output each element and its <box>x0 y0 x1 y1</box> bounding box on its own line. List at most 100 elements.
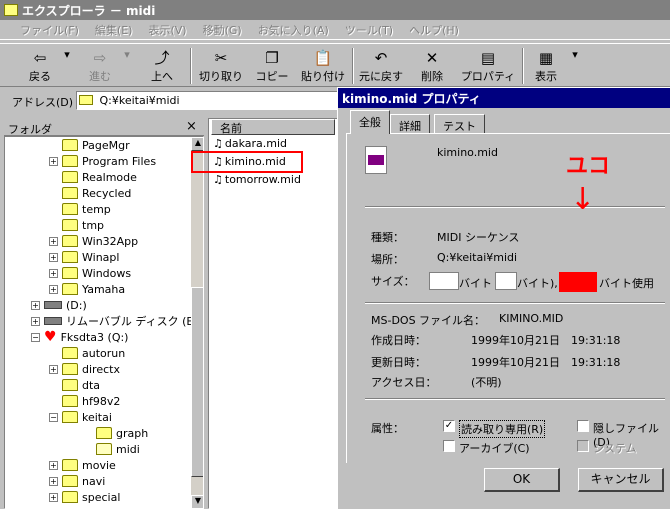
menu-edit[interactable]: 編集(E) <box>95 22 133 38</box>
forward-button[interactable]: ⇨ 進む <box>80 48 120 86</box>
view-dropdown[interactable]: ▾ <box>570 48 580 86</box>
menu-tools[interactable]: ツール(T) <box>345 22 393 38</box>
tree-item[interactable]: + movie <box>49 457 116 473</box>
expand-icon[interactable]: + <box>49 284 58 294</box>
size-used: バイト使用 <box>599 277 654 290</box>
close-icon[interactable]: × <box>186 119 197 134</box>
location-label: 場所： <box>371 253 404 266</box>
up-button[interactable]: ⤴ 上へ <box>142 48 182 86</box>
expand-icon[interactable]: + <box>49 252 58 262</box>
msdos-label: MS-DOS ファイル名： <box>371 314 486 327</box>
folder-scrollbar[interactable]: ▲ ▼ <box>191 137 203 508</box>
name-column-header[interactable]: 名前 <box>211 119 335 135</box>
size-unit-1: バイト ( <box>459 277 500 290</box>
msdos-value: KIMINO.MID <box>499 312 564 325</box>
tree-item[interactable]: + (D:) <box>31 297 87 313</box>
tree-item[interactable]: + navi <box>49 473 105 489</box>
menu-bar: ファイル(F) 編集(E) 表示(V) 移動(G) お気に入り(A) ツール(T… <box>0 21 670 40</box>
tree-item[interactable]: dta <box>49 377 100 393</box>
file-item[interactable]: ♫ dakara.mid <box>213 137 287 150</box>
file-list: 名前 ♫ dakara.mid ♫ kimino.mid ♫ tomorrow.mid <box>191 118 338 509</box>
hidden-checkbox[interactable] <box>577 420 589 432</box>
properties-button[interactable]: ▤ プロパティ <box>460 48 516 86</box>
tree-item-label: tmp <box>82 218 105 232</box>
expand-icon[interactable]: + <box>31 300 40 310</box>
menu-file[interactable]: ファイル(F) <box>20 22 79 38</box>
ok-button[interactable]: OK <box>484 468 560 492</box>
folder-pane-title: フォルダ <box>8 123 52 136</box>
collapse-icon[interactable]: − <box>31 332 40 342</box>
folder-icon <box>62 187 78 199</box>
tree-item[interactable]: PageMgr <box>49 137 130 153</box>
menu-go[interactable]: 移動(G) <box>203 22 242 38</box>
explorer-icon <box>4 4 18 16</box>
cancel-button[interactable]: キャンセル <box>578 468 664 492</box>
file-item[interactable]: ♫ tomorrow.mid <box>213 173 301 186</box>
tree-item[interactable]: + special <box>49 489 120 505</box>
tab-details[interactable]: 詳細 <box>390 114 430 134</box>
folder-icon <box>62 411 78 423</box>
expand-icon[interactable]: + <box>49 364 58 374</box>
tree-item-label: keitai <box>82 410 112 424</box>
back-dropdown[interactable]: ▾ <box>62 48 72 86</box>
tree-item[interactable]: midi <box>83 441 140 457</box>
archive-label[interactable]: アーカイブ(C) <box>459 440 530 456</box>
folder-icon <box>62 475 78 487</box>
expand-icon[interactable]: + <box>49 460 58 470</box>
tree-item[interactable]: hf98v2 <box>49 393 120 409</box>
undo-button[interactable]: ↶ 元に戻す <box>356 48 406 86</box>
tab-test[interactable]: テスト <box>434 114 485 134</box>
back-button[interactable]: ⇦ 戻る <box>20 48 60 86</box>
heart-drive-icon: ♥ <box>44 329 57 345</box>
tree-item[interactable]: + Program Files <box>49 153 156 169</box>
tree-item-label: dta <box>82 378 101 392</box>
tree-item[interactable]: temp <box>49 201 111 217</box>
tree-item[interactable]: + Win32App <box>49 233 138 249</box>
size-label: サイズ： <box>371 275 415 288</box>
address-input[interactable]: Q:¥keitai¥midi <box>76 91 338 110</box>
menu-view[interactable]: 表示(V) <box>148 22 186 38</box>
tree-item-label: movie <box>82 458 116 472</box>
readonly-checkbox[interactable]: ✓ <box>443 420 455 432</box>
readonly-label[interactable]: 読み取り専用(R) <box>459 420 546 438</box>
view-button[interactable]: ▦ 表示 <box>528 48 564 86</box>
tree-item[interactable]: − keitai <box>49 409 112 425</box>
expand-icon[interactable]: + <box>49 476 58 486</box>
menu-favorites[interactable]: お気に入り(A) <box>258 22 329 38</box>
properties-dialog: kimino.mid プロパティ 全般 詳細 テスト kimino.mid 種類… <box>337 87 670 509</box>
folder-icon <box>62 459 78 471</box>
collapse-icon[interactable]: − <box>49 412 58 422</box>
tree-item[interactable]: autorun <box>49 345 125 361</box>
tree-item[interactable]: tmp <box>49 217 104 233</box>
annotation-text: ユコ <box>566 154 611 179</box>
expand-icon[interactable]: + <box>49 156 58 166</box>
tree-item[interactable]: graph <box>83 425 148 441</box>
expand-icon[interactable]: + <box>31 316 40 326</box>
tree-item[interactable]: − ♥ Fksdta3 (Q:) <box>31 329 128 345</box>
menu-help[interactable]: ヘルプ(H) <box>409 22 459 38</box>
tree-item[interactable]: Recycled <box>49 185 131 201</box>
archive-checkbox[interactable] <box>443 440 455 452</box>
system-label: システム <box>593 442 637 455</box>
tree-item[interactable]: + directx <box>49 361 120 377</box>
tree-item[interactable]: + リムーバブル ディスク (E:) <box>31 313 201 329</box>
tree-item-label: special <box>82 490 121 504</box>
folder-icon <box>62 395 78 407</box>
accessed-value: (不明) <box>471 376 502 389</box>
delete-button[interactable]: ✕ 削除 <box>414 48 450 86</box>
expand-icon[interactable]: + <box>49 236 58 246</box>
cut-button[interactable]: ✂ 切り取り <box>196 48 246 86</box>
tree-item[interactable]: Realmode <box>49 169 137 185</box>
tree-item[interactable]: + Yamaha <box>49 281 125 297</box>
tree-item[interactable]: + Windows <box>49 265 131 281</box>
copy-button[interactable]: ❐ コピー <box>252 48 292 86</box>
paste-button[interactable]: 📋 貼り付け <box>298 48 348 86</box>
tree-item[interactable]: + Winapl <box>49 249 119 265</box>
address-value: Q:¥keitai¥midi <box>99 94 180 107</box>
dialog-title: kimino.mid プロパティ <box>342 91 481 106</box>
forward-arrow-icon: ⇨ <box>93 49 107 67</box>
forward-dropdown[interactable]: ▾ <box>122 48 132 86</box>
tab-general[interactable]: 全般 <box>350 110 390 134</box>
expand-icon[interactable]: + <box>49 492 58 502</box>
expand-icon[interactable]: + <box>49 268 58 278</box>
